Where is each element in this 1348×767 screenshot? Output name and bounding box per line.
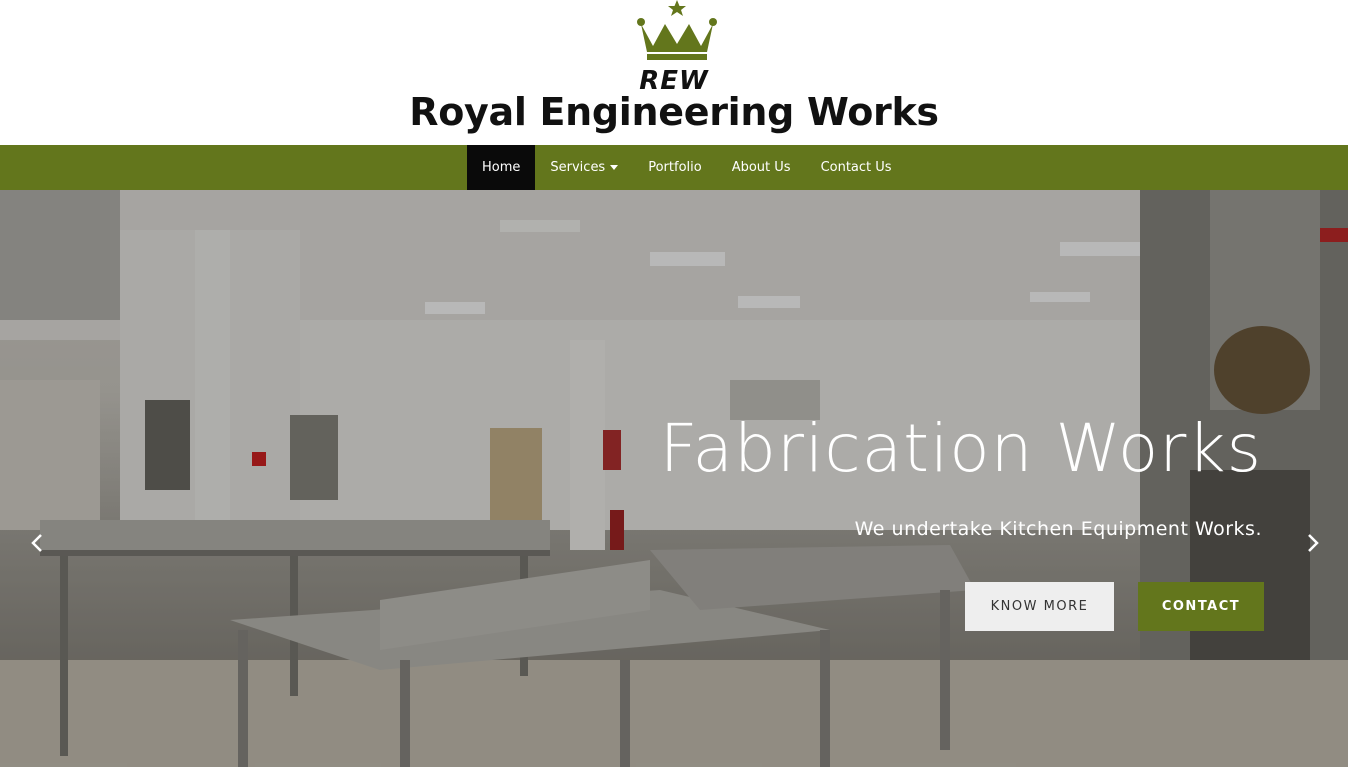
slide-subtitle: We undertake Kitchen Equipment Works. xyxy=(854,518,1262,540)
contact-button[interactable]: CONTACT xyxy=(1138,582,1264,631)
nav-item-label: Services xyxy=(550,160,606,175)
chevron-right-icon[interactable] xyxy=(1298,528,1328,558)
nav-item-label: About Us xyxy=(731,160,791,175)
nav-item-services[interactable]: Services xyxy=(535,145,633,190)
site-title[interactable]: Royal Engineering Works xyxy=(0,90,1348,134)
chevron-left-icon[interactable] xyxy=(22,528,52,558)
slide-title: Fabrication Works xyxy=(659,410,1262,487)
nav-item-label: Home xyxy=(482,160,521,175)
caret-down-icon xyxy=(610,165,619,170)
hero-carousel: Fabrication Works We undertake Kitchen E… xyxy=(0,190,1348,767)
know-more-button[interactable]: KNOW MORE xyxy=(965,582,1114,631)
nav-item-about-us[interactable]: About Us xyxy=(717,145,806,190)
nav-item-home[interactable]: Home xyxy=(467,145,536,190)
crown-icon xyxy=(637,0,717,60)
nav-item-label: Contact Us xyxy=(820,160,892,175)
nav-menu: Home Services Portfolio About Us Contact… xyxy=(467,145,907,190)
nav-item-label: Portfolio xyxy=(648,160,702,175)
nav-item-contact-us[interactable]: Contact Us xyxy=(806,145,907,190)
site-header: REW Royal Engineering Works xyxy=(0,0,1348,145)
nav-item-portfolio[interactable]: Portfolio xyxy=(633,145,716,190)
main-navbar: Home Services Portfolio About Us Contact… xyxy=(0,145,1348,190)
